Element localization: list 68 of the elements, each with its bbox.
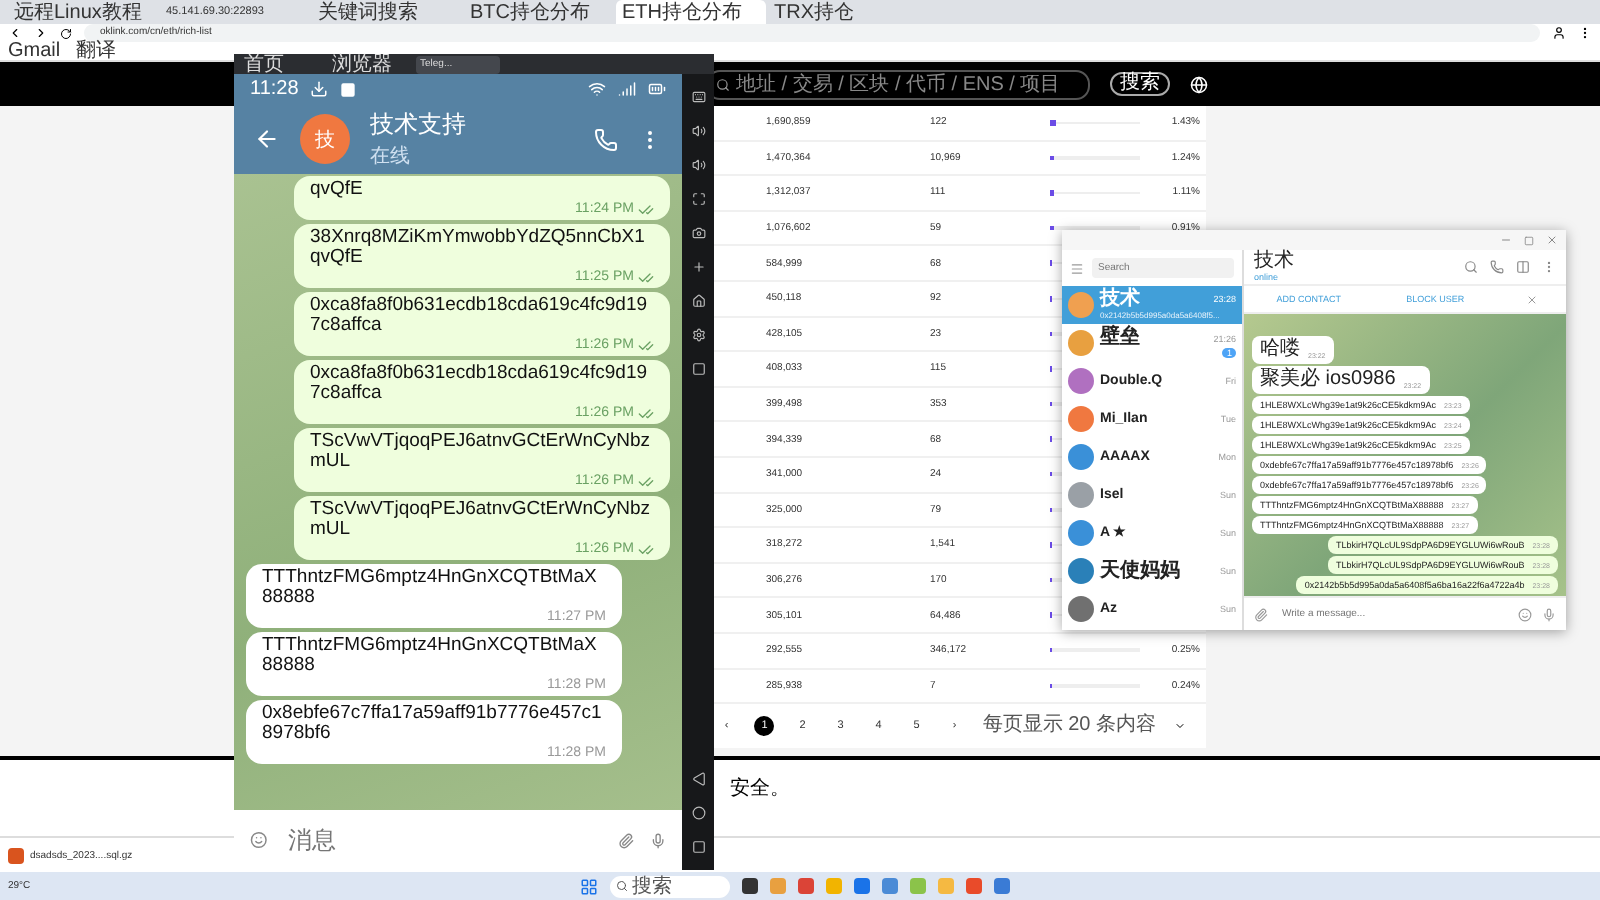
caret-icon[interactable] xyxy=(1174,720,1186,733)
tool-icon[interactable] xyxy=(691,192,705,206)
download-icon xyxy=(310,80,329,98)
contact-avatar: 技 xyxy=(300,114,350,164)
back-icon[interactable] xyxy=(691,772,705,786)
double-check-icon xyxy=(638,541,654,557)
search-icon xyxy=(616,880,628,892)
smile-icon xyxy=(250,826,268,854)
chat-title: 技术支持 xyxy=(370,108,468,142)
double-check-icon xyxy=(638,473,654,489)
browser-tab[interactable]: 关键词搜索 xyxy=(312,0,462,24)
tool-icon[interactable] xyxy=(691,90,705,104)
tool-icon[interactable] xyxy=(691,158,705,172)
close-icon xyxy=(1546,234,1558,246)
browser-tab[interactable]: BTC持仓分布 xyxy=(464,0,614,24)
taskbar-search[interactable]: 搜索 xyxy=(610,875,730,897)
tool-icon[interactable] xyxy=(691,362,705,376)
emulator-tab[interactable]: 浏览器 xyxy=(328,55,412,73)
reload-icon xyxy=(60,27,72,39)
search-button[interactable]: 搜索 xyxy=(1110,72,1170,96)
composer-bar[interactable]: 消息 xyxy=(234,810,682,870)
maximize-icon xyxy=(1524,235,1534,245)
mic-icon xyxy=(1542,607,1556,621)
minimize-icon xyxy=(1500,234,1512,246)
browser-tab[interactable]: ETH持仓分布 xyxy=(616,0,766,24)
double-check-icon xyxy=(638,269,654,285)
message-field[interactable]: 消息 xyxy=(283,824,602,856)
bookmark[interactable]: 翻译 xyxy=(76,41,117,61)
chat-status: 在线 xyxy=(370,143,412,170)
double-check-icon xyxy=(638,405,654,421)
panel-icon xyxy=(1516,260,1530,274)
search-icon xyxy=(1464,260,1478,274)
menu-icon xyxy=(1070,261,1084,275)
bookmark[interactable]: Gmail xyxy=(8,41,61,61)
back-arrow-icon xyxy=(254,126,280,152)
browser-tab[interactable]: 远程Linux教程 xyxy=(8,0,158,24)
close-icon xyxy=(1525,293,1538,305)
status-time: 11:28 xyxy=(250,78,299,100)
attach-icon xyxy=(1254,607,1268,621)
double-check-icon xyxy=(638,337,654,353)
forward-icon xyxy=(34,26,48,40)
search-icon xyxy=(716,77,730,91)
double-check-icon xyxy=(638,201,654,217)
page-size-select[interactable]: 每页显示 20 条内容 xyxy=(982,716,1156,737)
wifi-icon xyxy=(588,80,606,98)
globe-icon[interactable] xyxy=(1190,75,1208,93)
signal-icon xyxy=(618,80,636,98)
tool-icon[interactable] xyxy=(691,294,705,308)
user-icon xyxy=(1552,26,1566,40)
back-icon xyxy=(8,26,22,40)
tool-icon[interactable] xyxy=(691,124,705,138)
tool-icon[interactable] xyxy=(691,328,705,342)
tool-icon[interactable] xyxy=(691,260,705,274)
stop-icon xyxy=(340,81,357,97)
phone-icon xyxy=(594,127,618,151)
menu-icon xyxy=(1578,26,1592,40)
emulator-tab[interactable]: 首页 xyxy=(240,55,324,73)
smile-icon xyxy=(1518,607,1532,621)
browser-tab[interactable]: TRX持仓 xyxy=(768,0,918,24)
chat-title: 技术 xyxy=(1254,252,1296,272)
footer-text: 安全。 xyxy=(730,778,790,801)
tool-icon[interactable] xyxy=(691,226,705,240)
recents-icon[interactable] xyxy=(691,840,705,854)
home-icon[interactable] xyxy=(691,806,705,820)
start-icon[interactable] xyxy=(580,877,598,895)
phone-icon xyxy=(1490,260,1504,274)
battery-icon xyxy=(648,80,666,98)
file-icon xyxy=(8,847,24,863)
